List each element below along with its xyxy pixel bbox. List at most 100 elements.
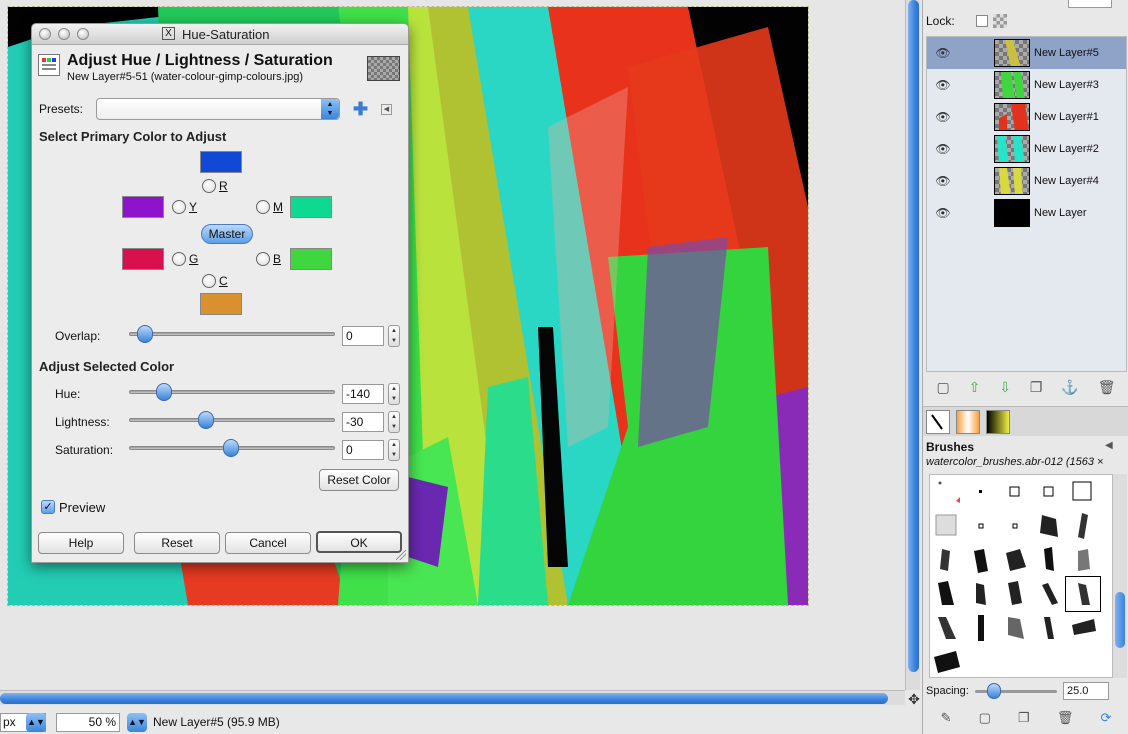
radio-magenta-label[interactable]: M (273, 200, 283, 214)
brush-tool-tab-icon[interactable] (926, 410, 950, 434)
brush-cell[interactable] (1032, 577, 1066, 611)
brush-cell[interactable] (1066, 475, 1100, 509)
unit-dropdown-icon[interactable]: ▲▼ (26, 713, 46, 732)
saturation-field[interactable]: 0 (342, 440, 384, 460)
preset-menu-icon[interactable]: ◀ (381, 104, 392, 115)
layer-row[interactable]: 👁 New Layer#2 (927, 133, 1126, 165)
horizontal-scroll-thumb[interactable] (0, 693, 888, 704)
brush-cell[interactable] (998, 543, 1032, 577)
pattern-tab-icon[interactable] (956, 410, 980, 434)
eye-icon[interactable]: 👁 (935, 110, 951, 124)
radio-green-label[interactable]: G (189, 252, 198, 266)
vertical-scrollbar[interactable] (905, 0, 920, 690)
brush-cell[interactable] (930, 645, 964, 679)
hue-slider-thumb[interactable] (156, 383, 172, 401)
radio-red[interactable] (202, 179, 216, 193)
brush-cell[interactable] (998, 611, 1032, 645)
brush-cell[interactable] (930, 509, 964, 543)
zoom-field[interactable]: 50 % (56, 713, 120, 732)
dialog-titlebar[interactable]: X Hue-Saturation (32, 24, 408, 45)
raise-layer-icon[interactable]: ⇧ (969, 379, 981, 396)
brush-cell[interactable] (964, 611, 998, 645)
opacity-field[interactable] (1068, 0, 1112, 8)
radio-blue-label[interactable]: B (273, 252, 281, 266)
hue-spin-icon[interactable]: ▲ ▼ (388, 383, 400, 405)
brush-cell[interactable] (930, 475, 964, 509)
cancel-button[interactable]: Cancel (225, 532, 311, 554)
hue-field[interactable]: -140 (342, 384, 384, 404)
layer-row[interactable]: 👁 New Layer#5 (927, 37, 1126, 69)
brush-cell[interactable] (998, 509, 1032, 543)
vertical-scroll-thumb[interactable] (908, 0, 919, 672)
panel-menu-icon[interactable]: ◀ (1105, 440, 1113, 451)
lightness-slider[interactable] (129, 418, 335, 422)
brush-cell[interactable] (1066, 509, 1100, 543)
brush-cell-selected[interactable] (1065, 576, 1101, 612)
ok-button[interactable]: OK (316, 531, 402, 553)
radio-cyan-label[interactable]: C (219, 274, 228, 288)
delete-brush-icon[interactable]: 🗑 (1057, 710, 1074, 726)
brush-cell[interactable] (930, 543, 964, 577)
saturation-slider-thumb[interactable] (223, 439, 239, 457)
brush-cell[interactable] (1066, 611, 1100, 645)
radio-cyan[interactable] (202, 274, 216, 288)
radio-yellow[interactable] (172, 200, 186, 214)
lightness-slider-thumb[interactable] (198, 411, 214, 429)
brush-cell[interactable] (964, 543, 998, 577)
zoom-dropdown-icon[interactable]: ▲▼ (127, 713, 147, 732)
brush-cell[interactable] (1066, 543, 1100, 577)
duplicate-brush-icon[interactable]: ❐ (1018, 710, 1030, 726)
eye-icon[interactable]: 👁 (935, 142, 951, 156)
presets-combo[interactable]: ▲ ▼ (96, 98, 340, 120)
close-window-icon[interactable] (39, 28, 51, 40)
lightness-field[interactable]: -30 (342, 412, 384, 432)
brush-scroll-thumb[interactable] (1115, 592, 1125, 648)
spacing-field[interactable]: 25.0 (1063, 682, 1109, 700)
brush-cell[interactable] (964, 475, 998, 509)
eye-icon[interactable]: 👁 (935, 206, 951, 220)
minimize-window-icon[interactable] (58, 28, 70, 40)
preview-label[interactable]: Preview (59, 500, 105, 515)
overlap-slider-thumb[interactable] (137, 325, 153, 343)
duplicate-layer-icon[interactable]: ❐ (1030, 379, 1043, 396)
radio-magenta[interactable] (256, 200, 270, 214)
edit-brush-icon[interactable]: ✎ (941, 710, 952, 726)
brush-cell[interactable] (998, 475, 1032, 509)
eye-icon[interactable]: 👁 (935, 46, 951, 60)
lock-pixels-checkbox[interactable] (976, 15, 988, 27)
lock-alpha-icon[interactable] (993, 14, 1007, 28)
eye-icon[interactable]: 👁 (935, 174, 951, 188)
eye-icon[interactable]: 👁 (935, 78, 951, 92)
radio-green[interactable] (172, 252, 186, 266)
radio-yellow-label[interactable]: Y (189, 200, 197, 214)
layer-row[interactable]: 👁 New Layer#4 (927, 165, 1126, 197)
lightness-spin-icon[interactable]: ▲ ▼ (388, 411, 400, 433)
new-layer-icon[interactable]: ▢ (936, 379, 949, 396)
brush-cell[interactable] (930, 611, 964, 645)
preview-checkbox[interactable]: ✓ (41, 500, 55, 514)
brush-cell[interactable] (998, 577, 1032, 611)
radio-red-label[interactable]: R (219, 179, 228, 193)
master-button[interactable]: Master (201, 224, 253, 244)
horizontal-scrollbar[interactable] (0, 690, 905, 705)
resize-grip-icon[interactable] (396, 550, 406, 560)
reset-color-button[interactable]: Reset Color (319, 469, 399, 491)
overlap-field[interactable]: 0 (342, 326, 384, 346)
new-brush-icon[interactable]: ▢ (979, 710, 991, 726)
anchor-layer-icon[interactable]: ⚓ (1061, 379, 1078, 396)
add-preset-icon[interactable]: ✚ (353, 98, 368, 120)
brush-cell[interactable] (1032, 543, 1066, 577)
spacing-slider-thumb[interactable] (987, 683, 1001, 699)
lower-layer-icon[interactable]: ⇩ (999, 379, 1011, 396)
navigate-icon[interactable]: ✥ (906, 691, 922, 707)
overlap-spin-icon[interactable]: ▲ ▼ (388, 325, 400, 347)
brush-cell[interactable] (1032, 509, 1066, 543)
help-button[interactable]: Help (38, 532, 124, 554)
delete-layer-icon[interactable]: 🗑 (1098, 379, 1116, 396)
brush-cell[interactable] (930, 577, 964, 611)
chevron-updown-icon[interactable]: ▲ ▼ (321, 99, 339, 119)
layer-row[interactable]: 👁 New Layer (927, 197, 1126, 229)
layer-row[interactable]: 👁 New Layer#3 (927, 69, 1126, 101)
layer-row[interactable]: 👁 New Layer#1 (927, 101, 1126, 133)
saturation-spin-icon[interactable]: ▲ ▼ (388, 439, 400, 461)
